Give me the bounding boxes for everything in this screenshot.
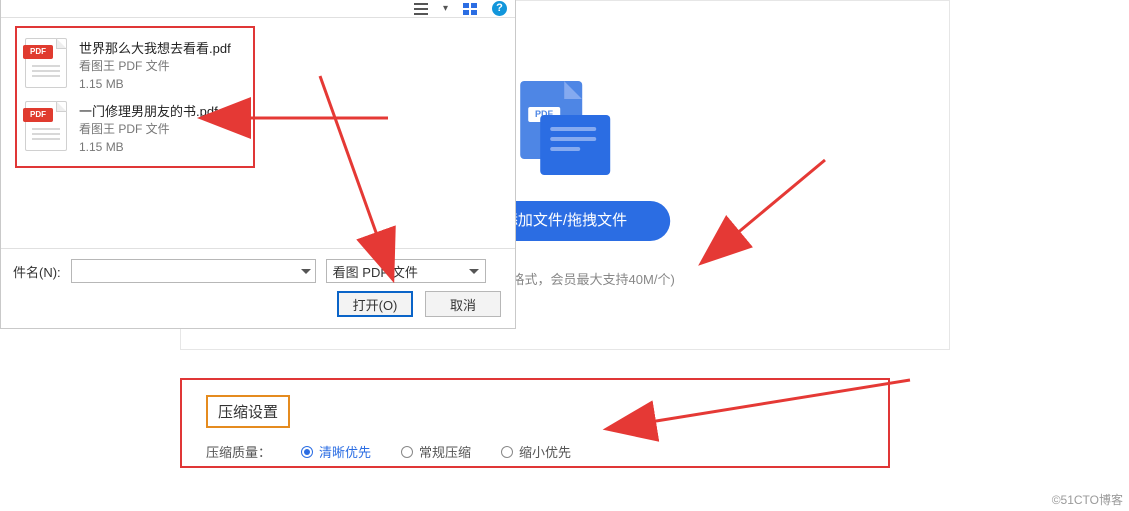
quality-option-clarity[interactable]: 清晰优先 bbox=[301, 442, 371, 461]
file-selection-box: PDF 世界那么大我想去看看.pdf 看图王 PDF 文件 1.15 MB PD… bbox=[15, 26, 255, 168]
filename-label: 件名(N): bbox=[13, 262, 61, 281]
pdf-file-icon: PDF bbox=[25, 38, 67, 88]
compress-settings-panel: 压缩设置 压缩质量： 清晰优先 常规压缩 缩小优先 bbox=[180, 378, 890, 468]
filetype-value: 看图 PDF 文件 bbox=[333, 262, 418, 281]
pdf-large-icon: PDF bbox=[520, 81, 610, 176]
file-item[interactable]: PDF 一门修理男朋友的书.pdf 看图王 PDF 文件 1.15 MB bbox=[17, 97, 253, 160]
open-button[interactable]: 打开(O) bbox=[337, 291, 413, 317]
file-size: 1.15 MB bbox=[79, 75, 231, 93]
file-type: 看图王 PDF 文件 bbox=[79, 120, 218, 138]
radio-icon bbox=[301, 446, 313, 458]
file-open-dialog: ▾ ? PDF 世界那么大我想去看看.pdf 看图王 PDF 文件 1.15 M… bbox=[0, 0, 516, 329]
help-icon[interactable]: ? bbox=[492, 1, 507, 16]
chevron-down-icon bbox=[469, 269, 479, 274]
file-item[interactable]: PDF 世界那么大我想去看看.pdf 看图王 PDF 文件 1.15 MB bbox=[17, 34, 253, 97]
file-type: 看图王 PDF 文件 bbox=[79, 57, 231, 75]
pdf-file-icon: PDF bbox=[25, 101, 67, 151]
file-size: 1.15 MB bbox=[79, 138, 218, 156]
filename-combobox[interactable] bbox=[71, 259, 316, 283]
quality-label: 压缩质量： bbox=[206, 442, 271, 461]
file-list-area: PDF 世界那么大我想去看看.pdf 看图王 PDF 文件 1.15 MB PD… bbox=[1, 18, 515, 248]
filetype-combobox[interactable]: 看图 PDF 文件 bbox=[326, 259, 486, 283]
radio-icon bbox=[501, 446, 513, 458]
quality-option-small[interactable]: 缩小优先 bbox=[501, 442, 571, 461]
dialog-bottom: 件名(N): 看图 PDF 文件 打开(O) 取消 bbox=[1, 248, 515, 323]
file-name: 一门修理男朋友的书.pdf bbox=[79, 101, 218, 120]
view-grid-icon[interactable] bbox=[462, 1, 478, 17]
watermark: ©51CTO博客 bbox=[1052, 491, 1123, 508]
quality-row: 压缩质量： 清晰优先 常规压缩 缩小优先 bbox=[206, 442, 864, 461]
settings-title: 压缩设置 bbox=[206, 395, 290, 428]
file-name: 世界那么大我想去看看.pdf bbox=[79, 38, 231, 57]
view-list-icon[interactable] bbox=[413, 1, 429, 17]
radio-icon bbox=[401, 446, 413, 458]
dialog-toolbar: ▾ ? bbox=[1, 0, 515, 18]
toolbar-chevron-icon[interactable]: ▾ bbox=[443, 3, 448, 14]
cancel-button[interactable]: 取消 bbox=[425, 291, 501, 317]
quality-option-normal[interactable]: 常规压缩 bbox=[401, 442, 471, 461]
